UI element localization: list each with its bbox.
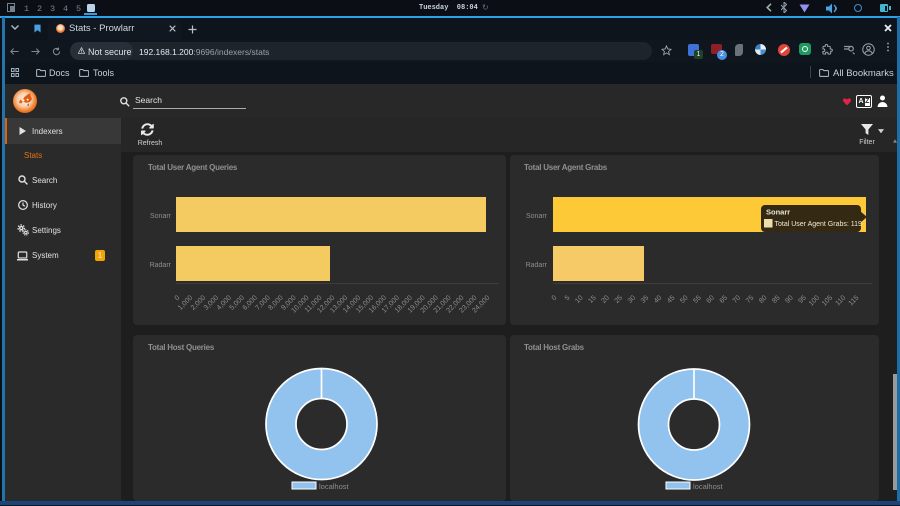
svg-text:95: 95 — [797, 294, 808, 305]
svg-text:115: 115 — [848, 294, 861, 307]
svg-text:90: 90 — [784, 294, 795, 305]
svg-text:Sonarr: Sonarr — [766, 208, 790, 217]
svg-text:Total User Agent Grabs: 119: Total User Agent Grabs: 119 — [775, 221, 863, 228]
svg-text:Sonarr: Sonarr — [526, 213, 548, 220]
svg-text:localhost: localhost — [319, 482, 350, 491]
svg-text:80: 80 — [758, 294, 769, 305]
svg-text:0: 0 — [174, 294, 182, 302]
svg-text:85: 85 — [771, 294, 782, 305]
svg-text:localhost: localhost — [693, 482, 724, 491]
svg-text:105: 105 — [821, 294, 834, 307]
svg-text:10: 10 — [574, 294, 585, 305]
svg-text:110: 110 — [834, 294, 847, 307]
svg-text:60: 60 — [706, 294, 717, 305]
svg-text:45: 45 — [666, 294, 677, 305]
svg-text:20: 20 — [600, 294, 611, 305]
svg-text:55: 55 — [692, 294, 703, 305]
svg-text:25: 25 — [614, 294, 625, 305]
svg-text:Sonarr: Sonarr — [150, 213, 172, 220]
svg-text:40: 40 — [653, 294, 664, 305]
svg-text:15: 15 — [587, 294, 598, 305]
svg-text:5: 5 — [564, 294, 572, 302]
svg-text:70: 70 — [732, 294, 743, 305]
svg-text:65: 65 — [719, 294, 730, 305]
svg-text:35: 35 — [640, 294, 651, 305]
svg-text:Radarr: Radarr — [526, 262, 548, 269]
svg-text:30: 30 — [627, 294, 638, 305]
svg-text:75: 75 — [745, 294, 756, 305]
svg-text:Radarr: Radarr — [150, 262, 172, 269]
svg-text:50: 50 — [679, 294, 690, 305]
svg-text:100: 100 — [808, 294, 821, 307]
svg-text:0: 0 — [551, 294, 559, 302]
